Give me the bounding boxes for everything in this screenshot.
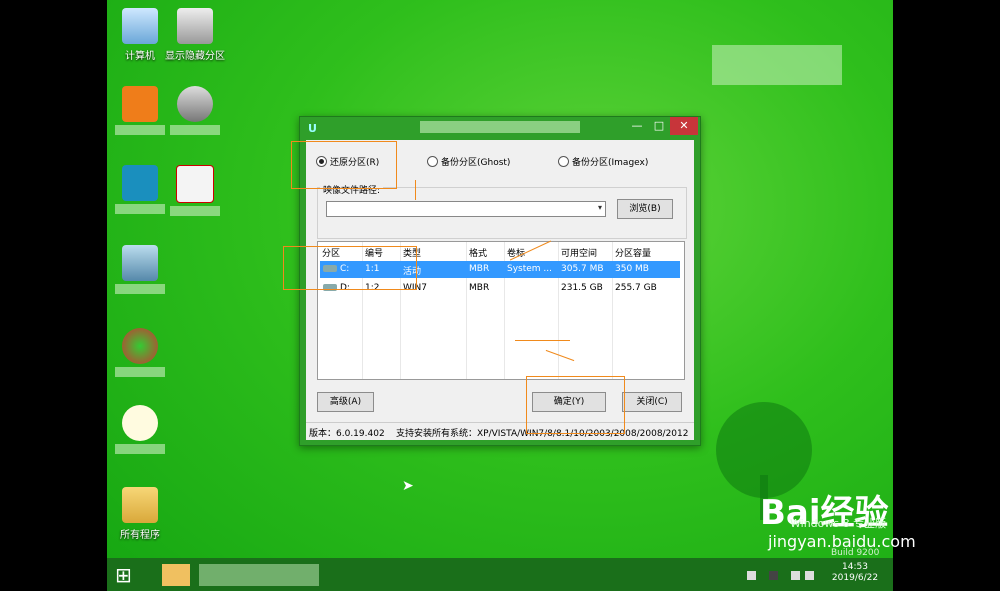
mouse-cursor-icon: ➤ bbox=[402, 478, 414, 494]
annotation-mark bbox=[415, 180, 417, 200]
annotation-box bbox=[283, 246, 417, 290]
radio-indicator bbox=[558, 156, 569, 167]
dialog-titlebar[interactable]: U — □ ✕ bbox=[300, 117, 700, 139]
network-icon[interactable] bbox=[805, 571, 814, 580]
desktop-icon-label: 所有程序 bbox=[120, 530, 160, 541]
clock-date: 2019/6/22 bbox=[831, 573, 879, 583]
desktop-icon-partition[interactable]: 显示隐藏分区 bbox=[162, 8, 228, 62]
pixelated-label bbox=[170, 125, 220, 135]
radio-label: 备份分区(Ghost) bbox=[441, 158, 511, 168]
baidu-watermark: Bai经验 Windows 8 专业版 jingyan.baidu.com bbox=[760, 485, 916, 551]
desktop-icon[interactable] bbox=[107, 405, 173, 456]
pixelated-label bbox=[115, 444, 165, 454]
disk-icon bbox=[177, 86, 213, 122]
computer-icon bbox=[122, 8, 158, 44]
clock-time: 14:53 bbox=[842, 562, 868, 572]
cell-free: 305.7 MB bbox=[561, 264, 604, 274]
app-icon: U bbox=[308, 122, 317, 135]
maximize-button[interactable]: □ bbox=[648, 117, 670, 135]
column-header[interactable]: 可用空间 bbox=[561, 246, 597, 259]
start-button[interactable]: ⊞ bbox=[115, 565, 132, 585]
folder-icon bbox=[122, 487, 158, 523]
watermark-edition: Windows 8 专业版 bbox=[790, 517, 887, 530]
app-icon bbox=[122, 328, 158, 364]
version-text: 版本：6.0.19.402 bbox=[309, 429, 385, 439]
app-icon bbox=[122, 86, 158, 122]
pixelated-label bbox=[115, 284, 165, 294]
clock[interactable]: Build 9200 14:53 2019/6/22 bbox=[825, 548, 885, 584]
radio-label: 备份分区(Imagex) bbox=[572, 158, 649, 168]
cell-format: MBR bbox=[469, 264, 490, 274]
cell-size: 255.7 GB bbox=[615, 283, 657, 293]
radio-backup-ghost[interactable]: 备份分区(Ghost) bbox=[427, 155, 510, 168]
pixelated-label bbox=[115, 367, 165, 377]
annotation-box bbox=[526, 376, 625, 434]
toolbox-icon bbox=[176, 165, 214, 203]
display-icon[interactable] bbox=[769, 571, 778, 580]
radio-backup-imagex[interactable]: 备份分区(Imagex) bbox=[558, 155, 648, 168]
battery-icon[interactable] bbox=[791, 571, 800, 580]
browse-button[interactable]: 浏览(B) bbox=[617, 199, 673, 219]
pixelated-label bbox=[115, 125, 165, 135]
radio-indicator bbox=[427, 156, 438, 167]
taskbar: ⊞ Build 9200 14:53 2019/6/22 bbox=[107, 548, 893, 591]
watermark-url: jingyan.baidu.com bbox=[768, 532, 916, 551]
windows-icon bbox=[122, 245, 158, 281]
desktop-icon[interactable] bbox=[107, 328, 173, 379]
cell-free: 231.5 GB bbox=[561, 283, 603, 293]
ghost-icon bbox=[122, 405, 158, 441]
annotation-mark bbox=[515, 340, 570, 341]
image-path-combobox[interactable]: ▾ bbox=[326, 201, 606, 217]
partition-icon bbox=[177, 8, 213, 44]
pixelated-area bbox=[712, 45, 842, 85]
desktop-icon-label: 显示隐藏分区 bbox=[165, 51, 225, 62]
cell-label: System ... bbox=[507, 264, 553, 274]
keyboard-icon[interactable] bbox=[747, 571, 756, 580]
pixelated-taskbar-item[interactable] bbox=[199, 564, 319, 586]
desktop-icon[interactable] bbox=[162, 86, 228, 137]
desktop-icon[interactable] bbox=[107, 245, 173, 296]
cell-format: MBR bbox=[469, 283, 490, 293]
app-icon bbox=[122, 165, 158, 201]
cell-size: 350 MB bbox=[615, 264, 649, 274]
annotation-box bbox=[291, 141, 397, 189]
status-bar: 版本：6.0.19.402 支持安装所有系统：XP/VISTA/WIN7/8/8… bbox=[306, 422, 694, 440]
column-header[interactable]: 格式 bbox=[469, 246, 487, 259]
advanced-button[interactable]: 高级(A) bbox=[317, 392, 374, 412]
desktop-icon-label: 计算机 bbox=[125, 51, 155, 62]
pixelated-label bbox=[170, 206, 220, 216]
minimize-button[interactable]: — bbox=[626, 117, 648, 135]
explorer-taskbar-icon[interactable] bbox=[162, 564, 190, 586]
pixelated-label bbox=[115, 204, 165, 214]
close-window-button[interactable]: ✕ bbox=[670, 117, 698, 135]
close-button[interactable]: 关闭(C) bbox=[622, 392, 682, 412]
desktop-icon[interactable] bbox=[162, 165, 228, 218]
column-header[interactable]: 分区容量 bbox=[615, 246, 651, 259]
desktop-icon-all-programs[interactable]: 所有程序 bbox=[107, 487, 173, 541]
pixelated-title bbox=[420, 121, 580, 133]
chevron-down-icon[interactable]: ▾ bbox=[598, 203, 602, 212]
